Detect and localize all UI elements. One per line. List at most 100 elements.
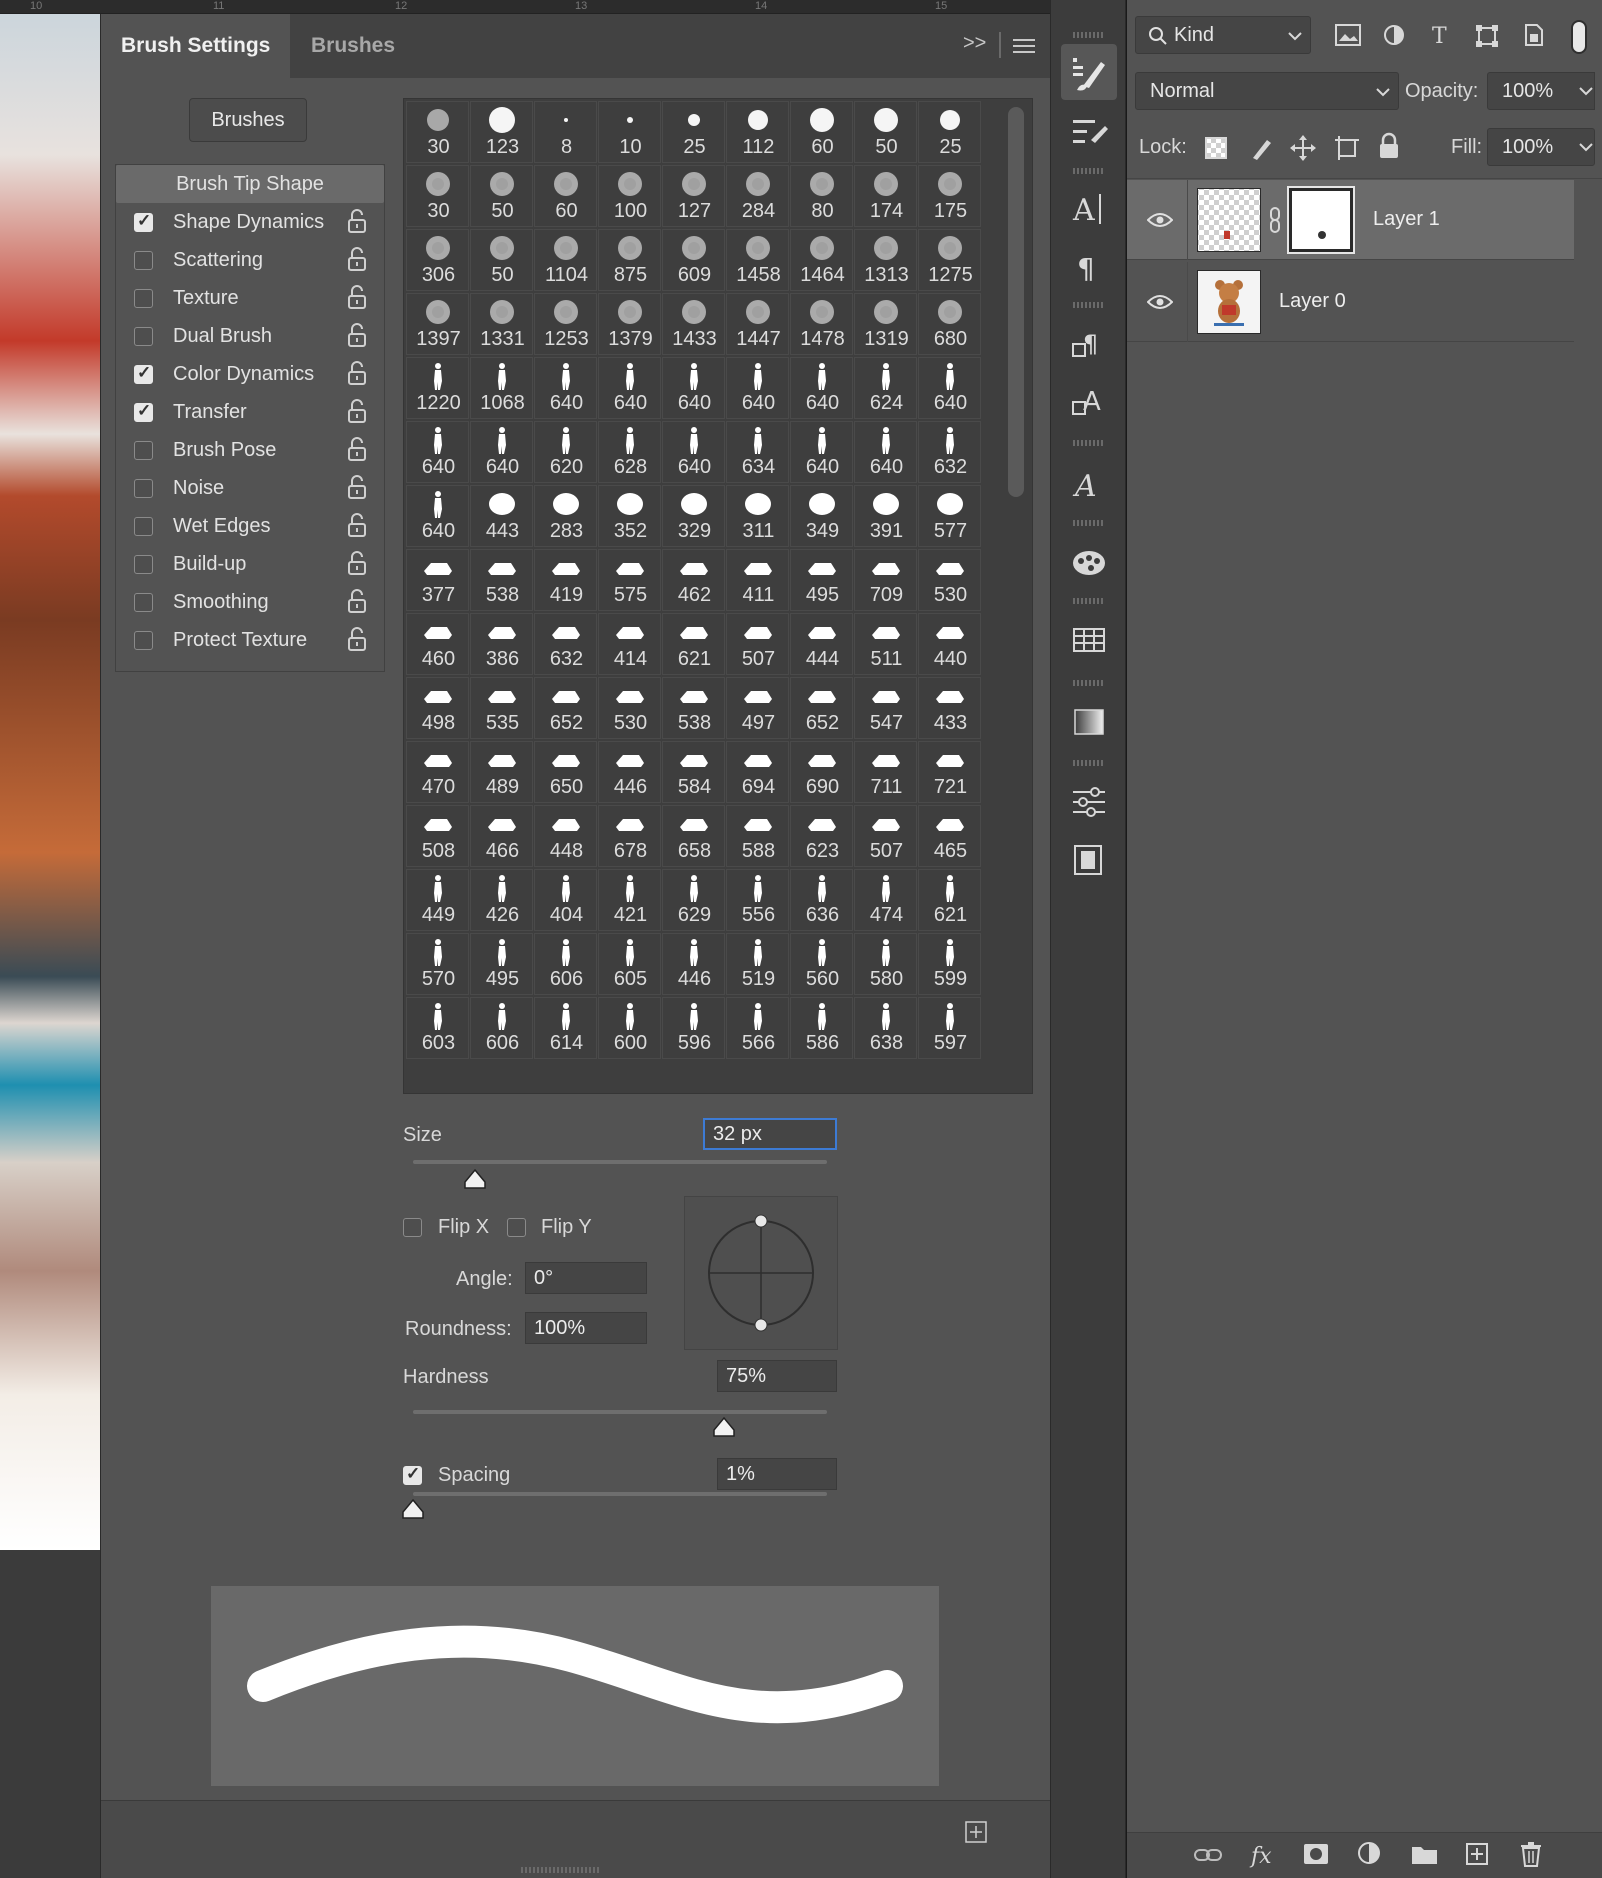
brush-tip-cell[interactable]: 650 [534, 741, 597, 803]
brush-tip-cell[interactable]: 875 [598, 229, 661, 291]
brush-tip-cell[interactable]: 640 [662, 357, 725, 419]
brush-tip-cell[interactable]: 519 [726, 933, 789, 995]
brush-tip-cell[interactable]: 446 [662, 933, 725, 995]
hardness-slider-handle[interactable] [712, 1416, 736, 1438]
brush-tip-cell[interactable]: 377 [406, 549, 469, 611]
brush-tip-cell[interactable]: 640 [790, 357, 853, 419]
option-checkbox[interactable] [134, 479, 153, 498]
brush-tip-cell[interactable]: 678 [598, 805, 661, 867]
filter-adjustment-icon[interactable] [1383, 24, 1405, 46]
filter-shape-icon[interactable] [1475, 24, 1499, 48]
brush-tip-cell[interactable]: 508 [406, 805, 469, 867]
new-adjustment-layer-icon[interactable] [1357, 1841, 1383, 1867]
brush-tip-cell[interactable]: 597 [918, 997, 981, 1059]
brush-tip-cell[interactable]: 680 [918, 293, 981, 355]
brush-tip-cell[interactable]: 50 [470, 229, 533, 291]
brush-tip-cell[interactable]: 621 [918, 869, 981, 931]
size-input[interactable]: 32 px [703, 1118, 837, 1150]
option-checkbox[interactable] [134, 327, 153, 346]
brush-tip-cell[interactable]: 329 [662, 485, 725, 547]
brush-tip-cell[interactable]: 25 [662, 101, 725, 163]
option-checkbox[interactable] [134, 401, 153, 422]
brush-tip-cell[interactable]: 1104 [534, 229, 597, 291]
option-checkbox[interactable] [134, 441, 153, 460]
brush-tip-cell[interactable]: 584 [662, 741, 725, 803]
brush-tip-cell[interactable]: 1331 [470, 293, 533, 355]
brush-option-build-up[interactable]: Build-up [116, 545, 384, 583]
flip-y-checkbox[interactable] [507, 1218, 526, 1237]
brush-tip-cell[interactable]: 1447 [726, 293, 789, 355]
filter-smart-object-icon[interactable] [1523, 22, 1545, 48]
brush-tip-cell[interactable]: 127 [662, 165, 725, 227]
character-icon[interactable]: A [1061, 180, 1117, 236]
brush-tip-cell[interactable]: 507 [854, 805, 917, 867]
brush-tip-cell[interactable]: 640 [662, 421, 725, 483]
character-styles-icon[interactable]: A [1061, 372, 1117, 428]
strip-grip[interactable] [1073, 598, 1105, 604]
lock-image-pixels-icon[interactable] [1247, 134, 1275, 162]
grid-scrollbar-thumb[interactable] [1008, 107, 1024, 497]
chevron-down-icon[interactable] [1579, 86, 1593, 96]
spacing-slider-track[interactable] [413, 1492, 827, 1496]
brush-tip-cell[interactable]: 1068 [470, 357, 533, 419]
brush-tip-cell[interactable]: 1458 [726, 229, 789, 291]
brush-tip-cell[interactable]: 636 [790, 869, 853, 931]
unlock-icon[interactable] [346, 209, 368, 233]
lock-artboard-icon[interactable] [1333, 134, 1361, 162]
brush-tip-cell[interactable]: 386 [470, 613, 533, 675]
option-checkbox[interactable] [134, 363, 153, 384]
brush-tip-cell[interactable]: 640 [918, 357, 981, 419]
brush-option-brush-pose[interactable]: Brush Pose [116, 431, 384, 469]
hardness-slider-track[interactable] [413, 1410, 827, 1414]
brush-tip-cell[interactable]: 433 [918, 677, 981, 739]
fx-layer-style-icon[interactable]: fx [1249, 1841, 1279, 1869]
size-slider-handle[interactable] [463, 1168, 487, 1190]
panel-menu-icon[interactable] [1013, 36, 1035, 56]
brush-tip-cell[interactable]: 465 [918, 805, 981, 867]
brush-tip-cell[interactable]: 640 [790, 421, 853, 483]
brush-option-wet-edges[interactable]: Wet Edges [116, 507, 384, 545]
unlock-icon[interactable] [346, 361, 368, 385]
brush-tip-cell[interactable]: 440 [918, 613, 981, 675]
brush-tip-cell[interactable]: 474 [854, 869, 917, 931]
brush-tip-cell[interactable]: 283 [534, 485, 597, 547]
brush-tip-cell[interactable]: 721 [918, 741, 981, 803]
brush-tip-cell[interactable]: 658 [662, 805, 725, 867]
option-checkbox[interactable] [134, 593, 153, 612]
layer-filter-dropdown[interactable]: Kind [1135, 16, 1311, 54]
brush-tip-cell[interactable]: 606 [470, 997, 533, 1059]
brush-tip-cell[interactable]: 448 [534, 805, 597, 867]
unlock-icon[interactable] [346, 551, 368, 575]
brush-tip-cell[interactable]: 640 [854, 421, 917, 483]
collapse-panel-button[interactable]: >> [963, 32, 986, 55]
brush-tip-cell[interactable]: 10 [598, 101, 661, 163]
brush-tip-cell[interactable]: 444 [790, 613, 853, 675]
brush-tip-cell[interactable]: 443 [470, 485, 533, 547]
document-canvas[interactable] [0, 0, 100, 1878]
brush-tip-cell[interactable]: 640 [470, 421, 533, 483]
new-layer-icon[interactable] [1465, 1842, 1489, 1866]
layer-row-layer-1[interactable]: Layer 1 [1127, 180, 1574, 260]
brush-tip-cell[interactable]: 50 [470, 165, 533, 227]
brush-tip-cell[interactable]: 311 [726, 485, 789, 547]
brushes-button[interactable]: Brushes [189, 98, 307, 142]
brush-tip-cell[interactable]: 1253 [534, 293, 597, 355]
brush-tip-cell[interactable]: 640 [598, 357, 661, 419]
chain-link-icon[interactable] [1269, 206, 1281, 234]
brush-tip-cell[interactable]: 570 [406, 933, 469, 995]
brush-option-shape-dynamics[interactable]: Shape Dynamics [116, 203, 384, 241]
lock-all-icon[interactable] [1377, 132, 1401, 160]
brush-tip-cell[interactable]: 628 [598, 421, 661, 483]
create-new-brush-icon[interactable] [965, 1821, 987, 1843]
brush-tip-cell[interactable]: 349 [790, 485, 853, 547]
brush-tip-cell[interactable]: 284 [726, 165, 789, 227]
brush-tip-cell[interactable]: 498 [406, 677, 469, 739]
table-icon[interactable] [1061, 612, 1117, 668]
brush-tip-cell[interactable]: 624 [854, 357, 917, 419]
brush-tip-cell[interactable]: 411 [726, 549, 789, 611]
brush-tip-cell[interactable]: 623 [790, 805, 853, 867]
brush-tip-cell[interactable]: 605 [598, 933, 661, 995]
brush-tip-cell[interactable]: 614 [534, 997, 597, 1059]
eye-visibility-icon[interactable] [1147, 294, 1173, 310]
brush-tip-cell[interactable]: 421 [598, 869, 661, 931]
